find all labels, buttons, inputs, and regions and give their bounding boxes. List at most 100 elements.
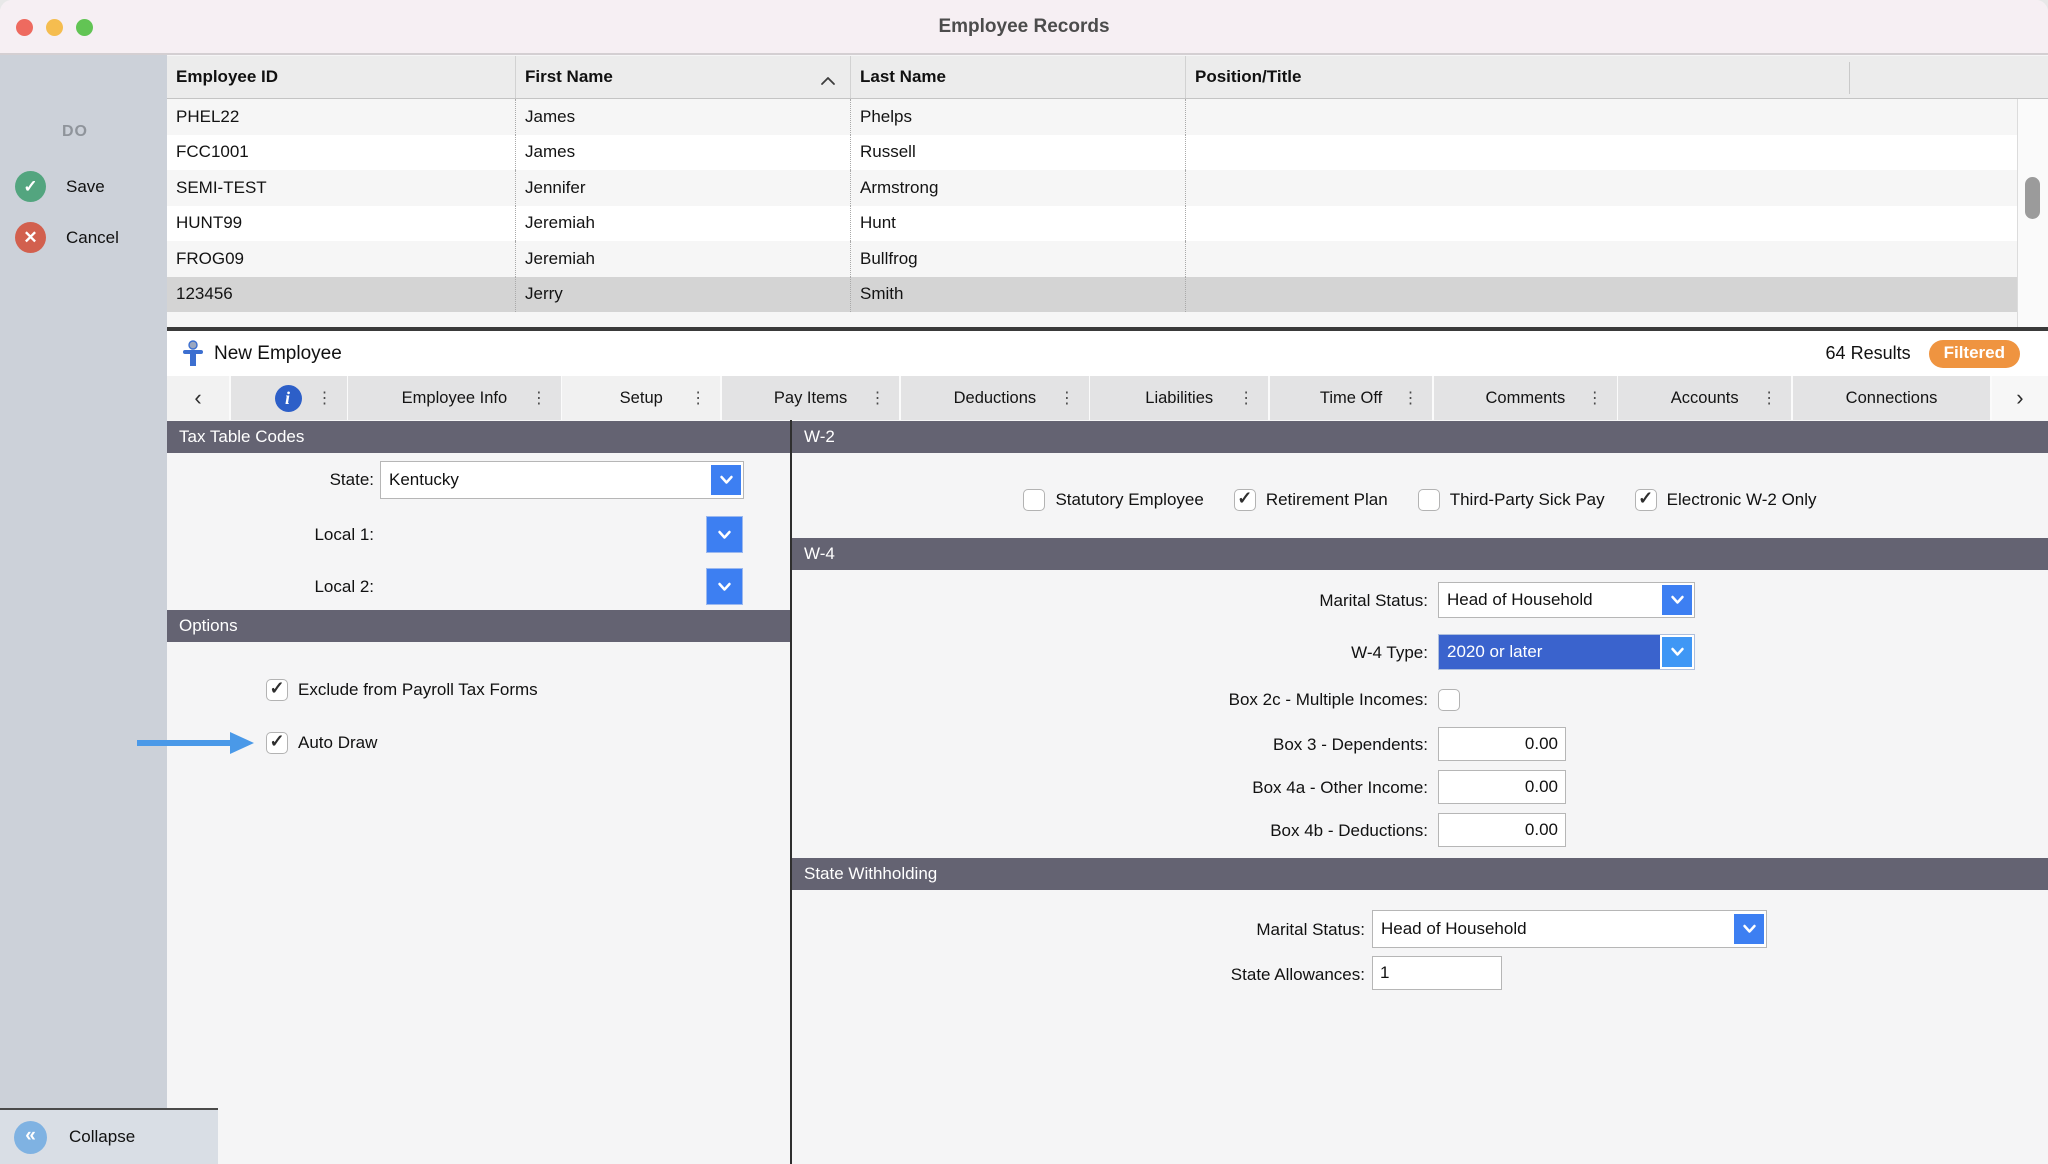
electronic-w2-only-item: ✓ Electronic W-2 Only [1635, 489, 1817, 511]
w2-checkbox-row: Statutory Employee ✓ Retirement Plan Thi… [792, 486, 2048, 514]
record-title: New Employee [214, 343, 342, 365]
local2-label: Local 2: [167, 577, 374, 597]
section-header-w4: W-4 [792, 538, 2048, 570]
table-scrollbar[interactable] [2017, 99, 2048, 327]
box4b-deductions-input[interactable]: 0.00 [1438, 813, 1566, 847]
filtered-badge[interactable]: Filtered [1929, 340, 2020, 368]
section-header-w2: W-2 [792, 421, 2048, 453]
titlebar: Employee Records [0, 0, 2048, 55]
exclude-checkbox[interactable]: ✓ [266, 679, 288, 701]
section-header-options: Options [167, 610, 790, 642]
w4-type-select-highlighted[interactable]: 2020 or later [1438, 634, 1695, 670]
w4-marital-status-select[interactable]: Head of Household [1438, 582, 1695, 618]
box2c-checkbox[interactable] [1438, 689, 1460, 711]
column-header-first-name[interactable]: First Name [515, 56, 850, 98]
table-row[interactable]: SEMI-TESTJenniferArmstrong [167, 170, 2017, 206]
save-label: Save [66, 177, 105, 197]
tab-options-dots-icon[interactable]: ⋮ [1238, 388, 1254, 408]
close-window-icon[interactable] [16, 19, 33, 36]
section-header-state-withholding: State Withholding [792, 858, 2048, 890]
exclude-payroll-tax-forms-row: ✓ Exclude from Payroll Tax Forms [266, 679, 538, 701]
app-window: Employee Records DO ✓ Save ✕ Cancel Empl… [0, 0, 2048, 1164]
chevron-down-icon[interactable] [1662, 637, 1692, 667]
chevron-down-icon[interactable] [1662, 585, 1692, 615]
auto-draw-row: ✓ Auto Draw [266, 732, 377, 754]
record-bar: New Employee 64 Results Filtered [167, 331, 2048, 376]
tab-accounts[interactable]: Accounts⋮ [1618, 376, 1791, 420]
exclude-label: Exclude from Payroll Tax Forms [298, 680, 538, 700]
table-row[interactable]: FROG09JeremiahBullfrog [167, 241, 2017, 277]
box3-dependents-input[interactable]: 0.00 [1438, 727, 1566, 761]
local1-label: Local 1: [167, 525, 374, 545]
statutory-employee-checkbox[interactable] [1023, 489, 1045, 511]
tab-options-dots-icon[interactable]: ⋮ [1761, 388, 1777, 408]
box4b-label: Box 4b - Deductions: [792, 821, 1428, 841]
sort-ascending-icon [820, 71, 836, 91]
window-title: Employee Records [938, 16, 1109, 38]
column-header-employee-id[interactable]: Employee ID [167, 56, 515, 98]
state-value: Kentucky [381, 470, 709, 490]
chevron-down-icon[interactable] [1734, 914, 1764, 944]
cancel-x-icon: ✕ [15, 222, 46, 253]
chevron-left-icon: ‹ [194, 385, 201, 411]
column-header-position-title[interactable]: Position/Title [1185, 56, 2017, 98]
tab-setup[interactable]: Setup⋮ [562, 376, 720, 420]
tab-options-dots-icon[interactable]: ⋮ [531, 388, 547, 408]
state-select[interactable]: Kentucky [380, 461, 744, 499]
cancel-button[interactable]: ✕ Cancel [15, 222, 119, 253]
tab-options-dots-icon[interactable]: ⋮ [690, 388, 706, 408]
electronic-w2-only-checkbox[interactable]: ✓ [1635, 489, 1657, 511]
statutory-employee-item: Statutory Employee [1023, 489, 1203, 511]
tab-employee-info[interactable]: Employee Info⋮ [348, 376, 561, 420]
tab-info[interactable]: i ⋮ [231, 376, 347, 420]
scrollbar-thumb[interactable] [2025, 177, 2040, 219]
tabs-scroll-left-button[interactable]: ‹ [167, 376, 229, 420]
box4a-label: Box 4a - Other Income: [792, 778, 1428, 798]
table-header: Employee ID First Name Last Name Positio… [167, 56, 2048, 99]
auto-draw-checkbox[interactable]: ✓ [266, 732, 288, 754]
state-label: State: [167, 470, 374, 490]
tabs-scroll-right-button[interactable]: › [1992, 376, 2048, 420]
box3-label: Box 3 - Dependents: [792, 735, 1428, 755]
w4-type-label: W-4 Type: [792, 643, 1428, 663]
minimize-window-icon[interactable] [46, 19, 63, 36]
third-party-sick-pay-checkbox[interactable] [1418, 489, 1440, 511]
results-count: 64 Results [1826, 343, 1911, 364]
zoom-window-icon[interactable] [76, 19, 93, 36]
tab-bar: ‹ i ⋮ Employee Info⋮ Setup⋮ Pay Items⋮ D… [167, 376, 2048, 420]
chevron-down-icon[interactable] [711, 465, 741, 495]
sw-marital-status-label: Marital Status: [792, 920, 1365, 940]
table-row-selected[interactable]: 123456JerrySmith [167, 277, 2017, 313]
tab-pay-items[interactable]: Pay Items⋮ [722, 376, 900, 420]
tab-options-dots-icon[interactable]: ⋮ [1587, 388, 1603, 408]
table-row[interactable]: FCC1001JamesRussell [167, 135, 2017, 171]
column-header-last-name[interactable]: Last Name [850, 56, 1185, 98]
tab-comments[interactable]: Comments⋮ [1434, 376, 1617, 420]
sw-marital-status-select[interactable]: Head of Household [1372, 910, 1767, 948]
tab-connections[interactable]: Connections [1793, 376, 1991, 420]
save-button[interactable]: ✓ Save [15, 171, 105, 202]
tab-liabilities[interactable]: Liabilities⋮ [1090, 376, 1268, 420]
tab-options-dots-icon[interactable]: ⋮ [1402, 388, 1418, 408]
table-row[interactable]: HUNT99JeremiahHunt [167, 206, 2017, 242]
local1-dropdown-button[interactable] [706, 516, 743, 553]
collapse-chevrons-icon: « [14, 1121, 47, 1154]
chevron-right-icon: › [2016, 385, 2023, 411]
local2-dropdown-button[interactable] [706, 568, 743, 605]
state-allowances-input[interactable]: 1 [1372, 956, 1502, 990]
tab-time-off[interactable]: Time Off⋮ [1270, 376, 1433, 420]
third-party-sick-pay-item: Third-Party Sick Pay [1418, 489, 1605, 511]
info-icon: i [275, 385, 302, 412]
header-scrollbar-separator [1849, 62, 1850, 94]
section-header-tax-table-codes: Tax Table Codes [167, 421, 790, 453]
employee-person-icon [181, 340, 205, 373]
retirement-plan-checkbox[interactable]: ✓ [1234, 489, 1256, 511]
collapse-button[interactable]: « Collapse [0, 1108, 218, 1164]
tab-options-dots-icon[interactable]: ⋮ [869, 388, 885, 408]
table-row[interactable]: PHEL22JamesPhelps [167, 99, 2017, 135]
box4a-other-income-input[interactable]: 0.00 [1438, 770, 1566, 804]
employee-table: PHEL22JamesPhelps FCC1001JamesRussell SE… [167, 99, 2017, 312]
tab-deductions[interactable]: Deductions⋮ [901, 376, 1089, 420]
tab-options-dots-icon[interactable]: ⋮ [1059, 388, 1075, 408]
tab-options-dots-icon[interactable]: ⋮ [317, 388, 333, 408]
